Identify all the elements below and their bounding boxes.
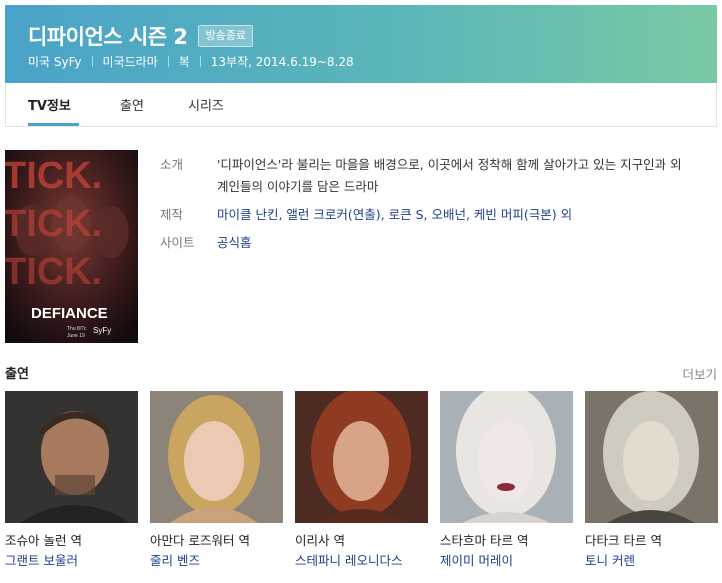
program-meta: 미국 SyFy 미국드라마 복 13부작, 2014.6.19~8.28 [28,53,354,70]
cast-actor[interactable]: 제이미 머레이 [440,550,573,572]
meta-rating: 복 [178,55,190,69]
cast-actor[interactable]: 스테파니 레오니다스 [295,550,428,572]
tab-series[interactable]: 시리즈 [188,95,224,114]
cast-more-link[interactable]: 더보기 [682,364,717,383]
cast-photo[interactable] [295,391,428,523]
info-site: 사이트 공식홈 [160,232,700,254]
cast-actor[interactable]: 그랜트 보울러 [5,550,138,572]
production-label: 제작 [160,207,184,222]
cast-role: 이리사 역 [295,533,345,548]
info-intro: 소개 '디파이언스'라 불리는 마을을 배경으로, 이곳에서 정착해 함께 살아… [160,154,700,198]
meta-genre[interactable]: 미국드라마 [103,53,158,70]
tab-bar: TV정보 출연 시리즈 [5,83,717,127]
poster-art: TICK. TICK. TICK. DEFIANCE Thu 8/7c June… [5,150,138,343]
cast-role: 조슈아 놀런 역 [5,533,82,548]
cast-role: 아만다 로즈워터 역 [150,533,250,548]
active-tab-indicator [28,123,79,126]
cast-photo[interactable] [5,391,138,523]
site-label: 사이트 [160,235,195,250]
intro-label: 소개 [160,157,184,172]
cast-role: 스타흐마 타르 역 [440,533,529,548]
poster-logo: DEFIANCE [31,305,108,322]
cast-card[interactable]: 아만다 로즈워터 역 줄리 벤즈 [150,391,283,572]
poster-text: TICK. [5,203,102,245]
meta-episodes-dates: 13부작, 2014.6.19~8.28 [210,55,354,69]
poster-text: TICK. [5,155,102,197]
production-credits[interactable]: 마이클 난킨, 앨런 크로커(연출), 로큰 S, 오배넌, 케빈 머피(극본)… [217,204,687,226]
cast-card[interactable]: 스타흐마 타르 역 제이미 머레이 [440,391,573,572]
poster-text: TICK. [5,251,102,293]
poster-network: SyFy [93,326,111,335]
cast-card[interactable]: 다타크 타르 역 토니 커렌 [585,391,718,572]
title-row: 디파이언스 시즌 2 방송종료 [28,21,253,51]
cast-actor[interactable]: 토니 커렌 [585,550,718,572]
meta-divider [91,56,93,67]
tab-tv-info[interactable]: TV정보 [28,95,71,114]
intro-text: '디파이언스'라 불리는 마을을 배경으로, 이곳에서 정착해 함께 살아가고 … [217,157,682,194]
tab-cast[interactable]: 출연 [120,95,144,114]
meta-divider [199,56,201,67]
program-info: 소개 '디파이언스'라 불리는 마을을 배경으로, 이곳에서 정착해 함께 살아… [160,154,700,260]
cast-photo[interactable] [150,391,283,523]
poster-image[interactable]: TICK. TICK. TICK. DEFIANCE Thu 8/7c June… [5,150,138,343]
cast-photo[interactable] [585,391,718,523]
program-header: 디파이언스 시즌 2 방송종료 미국 SyFy 미국드라마 복 13부작, 20… [5,5,717,83]
program-title: 디파이언스 시즌 2 [28,25,188,49]
poster-date: June 19 [67,333,85,339]
meta-channel[interactable]: 미국 SyFy [28,53,82,70]
cast-photo[interactable] [440,391,573,523]
cast-role: 다타크 타르 역 [585,533,662,548]
cast-heading: 출연 [5,367,29,382]
poster-airtime: Thu 8/7c [67,326,87,332]
cast-card[interactable]: 이리사 역 스테파니 레오니다스 [295,391,428,572]
official-site-link[interactable]: 공식홈 [217,232,687,254]
cast-card[interactable]: 조슈아 놀런 역 그랜트 보울러 [5,391,138,572]
info-production: 제작 마이클 난킨, 앨런 크로커(연출), 로큰 S, 오배넌, 케빈 머피(… [160,204,700,226]
meta-divider [167,56,169,67]
status-badge: 방송종료 [198,25,253,47]
cast-actor[interactable]: 줄리 벤즈 [150,550,283,572]
